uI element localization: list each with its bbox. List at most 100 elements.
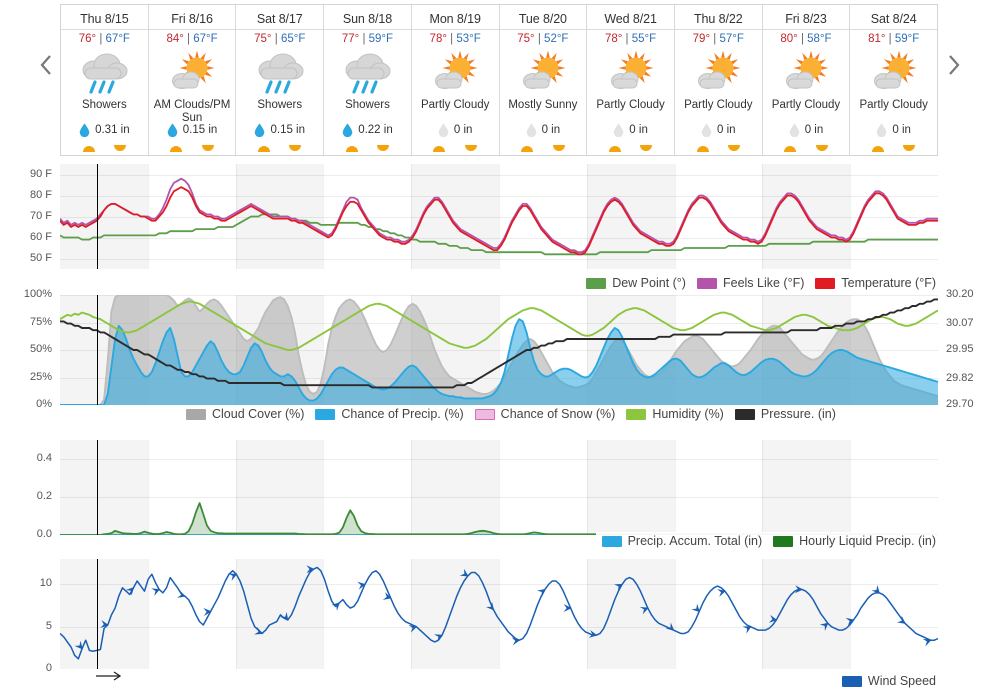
showers-icon — [258, 53, 304, 94]
legend-label: Hourly Liquid Precip. (in) — [799, 534, 936, 548]
y2-axis-label: 29.70 — [946, 398, 974, 410]
y-axis-label: 0.4 — [36, 452, 52, 464]
weather-icon-wrap — [867, 50, 921, 96]
weather-icon-wrap — [779, 50, 833, 96]
day-column[interactable]: Thu 8/15 76° | 67°F Showers 0.31 in — [61, 5, 149, 155]
legend-item[interactable]: Hourly Liquid Precip. (in) — [773, 534, 936, 548]
sun-behind-cloud-icon — [785, 51, 829, 89]
conditions-chart-panel: 0% 25% 50% 75% 100% 29.70 29.82 29.95 30.07 30.20… — [0, 288, 1000, 425]
day-column[interactable]: Sat 8/24 81° | 59°F Partly Cloudy 0 in — [850, 5, 938, 155]
y-axis-label: 80 F — [29, 188, 52, 201]
legend-swatch — [696, 277, 717, 289]
day-name: Sat 8/17 — [256, 12, 303, 26]
precipitation-chart-plot — [60, 440, 938, 535]
legend-item[interactable]: Pressure. (in) — [734, 407, 836, 421]
y-axis-label: 0% — [36, 398, 52, 410]
legend-item[interactable]: Chance of Snow (%) — [474, 407, 615, 421]
y-axis-label: 75% — [29, 315, 52, 328]
high-temp: 77° — [341, 33, 360, 45]
sunrise-icon — [784, 146, 797, 152]
legend-item[interactable]: Temperature (°F) — [815, 276, 936, 290]
low-temp: 59°F — [894, 33, 920, 45]
y-axis-label: 0.2 — [36, 490, 52, 502]
series-layer — [60, 177, 938, 256]
raindrop-icon — [877, 123, 887, 137]
legend-item[interactable]: Chance of Precip. (%) — [315, 407, 464, 421]
day-temps: 78° | 55°F — [605, 30, 656, 49]
previous-days-button[interactable] — [34, 48, 58, 82]
y2-axis-label: 30.20 — [946, 288, 974, 300]
day-column[interactable]: Tue 8/20 75° | 52°F Mostly Sunny 0 in — [499, 5, 588, 155]
legend-item[interactable]: Cloud Cover (%) — [186, 407, 304, 421]
sunrise-icon — [433, 146, 446, 152]
y-axis-label: 50 F — [29, 251, 52, 264]
chart-legend: Cloud Cover (%) Chance of Precip. (%) Chan… — [180, 405, 842, 423]
day-column[interactable]: Sun 8/18 77° | 59°F Showers 0.22 in — [324, 5, 412, 155]
day-column[interactable]: Wed 8/21 78° | 55°F Partly Cloudy 0 in — [587, 5, 675, 155]
day-temps: 81° | 59°F — [868, 30, 919, 49]
legend-swatch — [586, 277, 607, 289]
condition-text: Partly Cloudy — [859, 99, 928, 111]
sun-behind-cloud-icon — [698, 51, 741, 89]
high-temp: 84° — [166, 33, 184, 45]
legend-item[interactable]: Dew Point (°) — [586, 276, 686, 290]
day-column[interactable]: Fri 8/23 80° | 58°F Partly Cloudy 0 in — [762, 5, 851, 155]
sunrise-icon — [872, 146, 884, 152]
high-temp: 75° — [517, 33, 535, 45]
precip-amount: 0 in — [804, 124, 824, 136]
next-days-button[interactable] — [942, 48, 966, 82]
sun-times-row — [412, 144, 499, 153]
current-time-line — [97, 440, 98, 535]
weather-icon-wrap — [428, 50, 482, 96]
precip-amount-row: 0 in — [763, 123, 850, 137]
temp-separator: | — [800, 33, 804, 45]
precip-amount: 0.15 in — [182, 124, 218, 136]
high-temp: 78° — [604, 33, 623, 45]
sunrise-icon — [345, 146, 358, 152]
day-column[interactable]: Sat 8/17 75° | 65°F Showers 0.15 in — [236, 5, 325, 155]
day-temps: 84° | 67°F — [166, 30, 217, 49]
y-axis-label: 50% — [29, 343, 52, 355]
sunset-icon — [464, 145, 477, 151]
precip-amount-row: 0 in — [500, 123, 587, 137]
sunset-icon — [289, 145, 302, 151]
day-temps: 75° | 65°F — [254, 30, 305, 49]
temperature-chart-plot — [60, 164, 938, 269]
day-temps: 78° | 53°F — [430, 30, 481, 49]
legend-item[interactable]: Feels Like (°F) — [696, 276, 804, 290]
legend-label: Pressure. (in) — [760, 407, 836, 421]
sun-times-row — [324, 144, 411, 153]
precip-amount: 0.22 in — [358, 124, 393, 136]
precip-amount: 0 in — [629, 124, 648, 136]
legend-item[interactable]: Wind Speed — [841, 674, 936, 688]
low-temp: 59°F — [368, 33, 394, 45]
y-axis-label: 0.0 — [36, 528, 52, 540]
high-temp: 76° — [78, 33, 97, 45]
arrow-right-icon — [96, 671, 122, 681]
temp-separator: | — [274, 33, 278, 45]
legend-item[interactable]: Precip. Accum. Total (in) — [601, 534, 762, 548]
legend-item[interactable]: Humidity (%) — [626, 407, 724, 421]
precip-amount: 0.31 in — [95, 124, 130, 136]
precip-amount: 0 in — [541, 124, 561, 136]
low-temp: 57°F — [719, 33, 744, 45]
day-column[interactable]: Mon 8/19 78° | 53°F Partly Cloudy 0 in — [411, 5, 500, 155]
legend-swatch — [474, 408, 495, 420]
sunset-icon — [903, 145, 916, 151]
sunset-icon — [727, 145, 740, 151]
condition-text: Showers — [345, 99, 390, 111]
low-temp: 55°F — [631, 33, 657, 45]
y-axis-label: 0 — [45, 662, 52, 674]
day-column[interactable]: Fri 8/16 84° | 67°F AM Clouds/PM Sun 0.1… — [148, 5, 237, 155]
sun-behind-cloud-icon — [873, 51, 917, 89]
legend-label: Dew Point (°) — [612, 276, 686, 290]
weather-icon-wrap — [691, 50, 745, 96]
day-column[interactable]: Thu 8/22 79° | 57°F Partly Cloudy 0 in — [674, 5, 763, 155]
precip-amount-row: 0.22 in — [324, 123, 411, 137]
raindrop-icon — [701, 123, 712, 137]
high-temp: 81° — [868, 33, 886, 45]
y-axis-label: 10 — [39, 577, 52, 590]
legend-swatch — [186, 408, 206, 420]
sunset-icon — [114, 145, 127, 151]
showers-icon — [82, 53, 128, 94]
